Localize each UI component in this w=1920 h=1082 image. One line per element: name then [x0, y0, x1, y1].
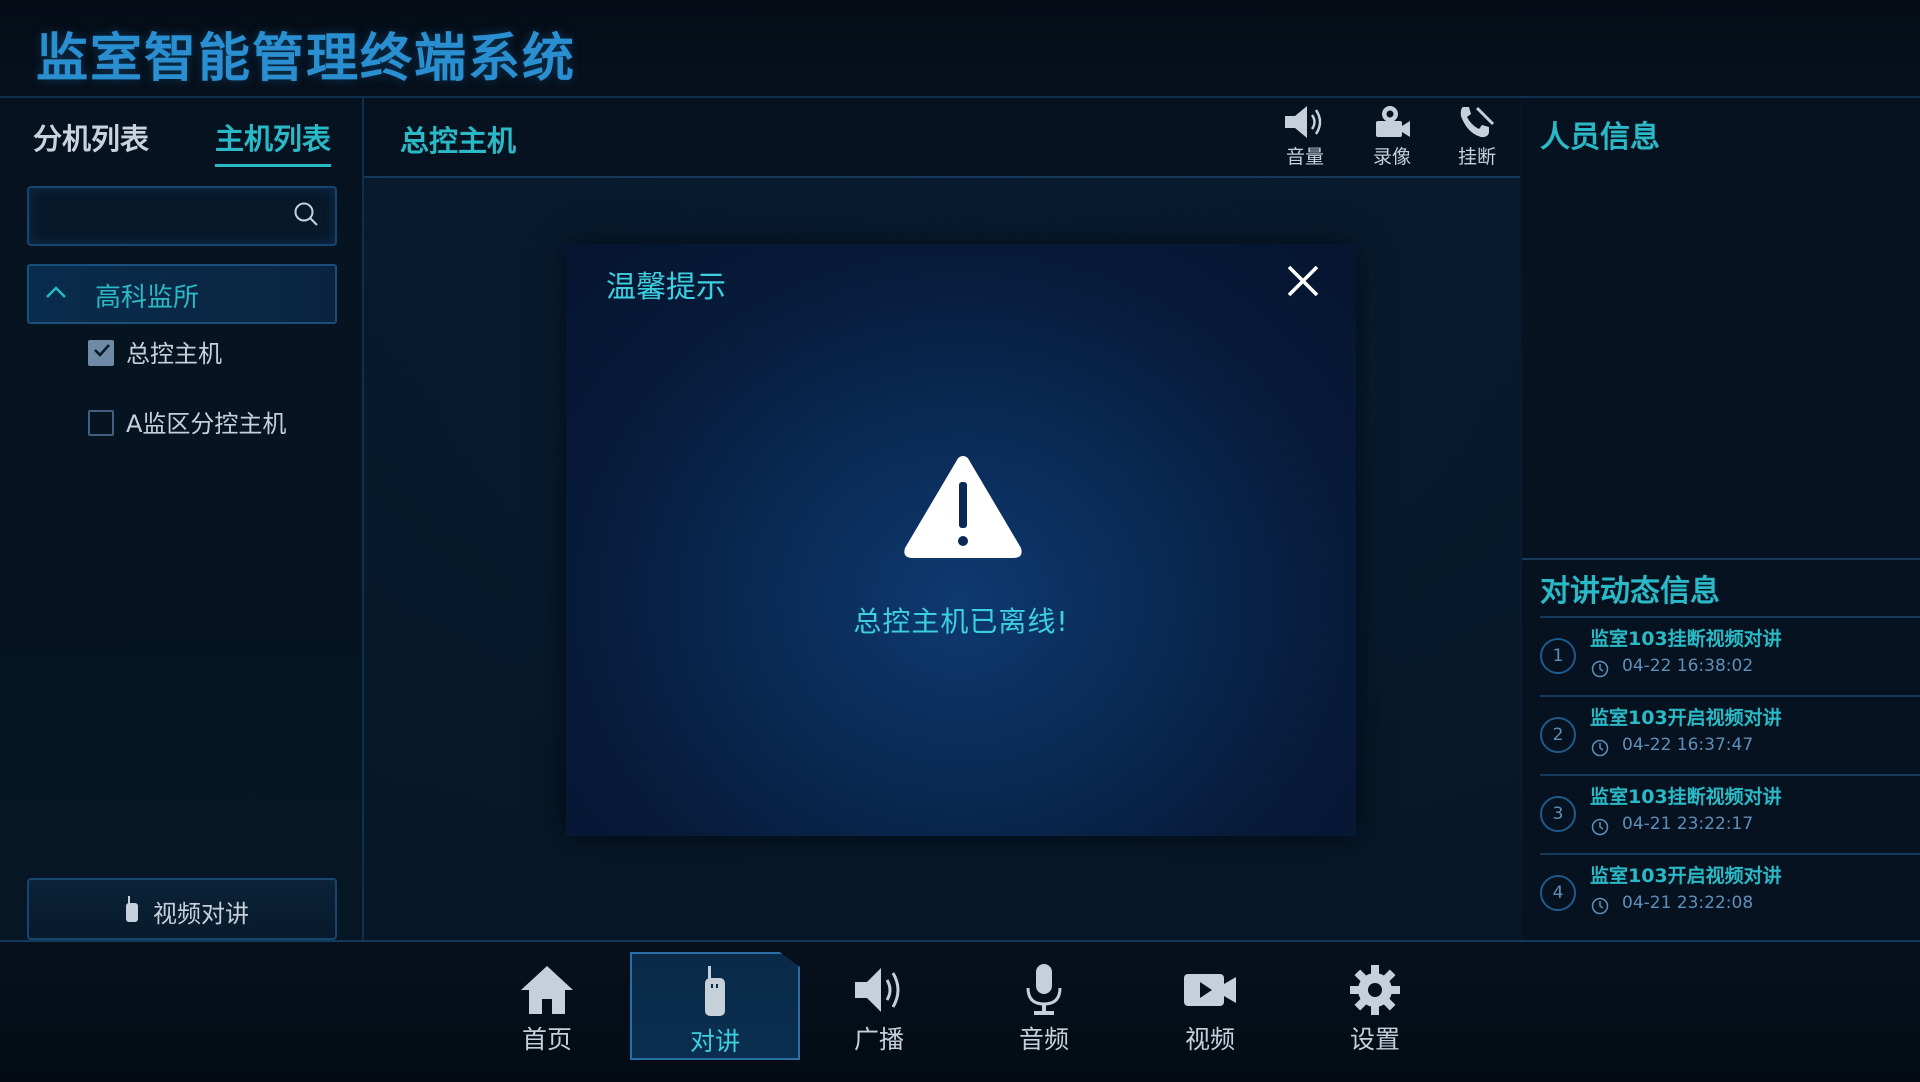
group-label: 高科监所	[95, 283, 200, 313]
log-time: 04-22 16:38:02	[1622, 656, 1754, 676]
log-number: 3	[1540, 796, 1576, 832]
hangup-icon	[1460, 106, 1495, 138]
clock-icon	[1591, 660, 1609, 678]
intercom-log-title: 对讲动态信息	[1540, 574, 1720, 609]
video-icon	[1184, 974, 1236, 1006]
nav-intercom-label: 对讲	[689, 1027, 740, 1056]
right-panel: 人员信息 对讲动态信息 1 监室103挂断视频对讲 04-22 16:38:02…	[1522, 98, 1920, 940]
log-item: 2 监室103开启视频对讲 04-22 16:37:47	[1540, 695, 1920, 775]
log-title: 监室103开启视频对讲	[1590, 865, 1782, 887]
device-label: A监区分控主机	[126, 410, 287, 438]
clock-icon	[1591, 818, 1609, 836]
search-input[interactable]	[27, 186, 337, 246]
person-info-title: 人员信息	[1540, 120, 1660, 155]
device-checkbox[interactable]	[88, 410, 114, 436]
modal-message: 总控主机已离线!	[853, 605, 1069, 638]
device-checkbox[interactable]	[88, 340, 114, 366]
divider	[1522, 558, 1920, 560]
walkie-talkie-icon	[126, 896, 138, 922]
nav-broadcast[interactable]: 广播	[796, 952, 962, 1056]
check-icon	[94, 344, 110, 357]
clock-icon	[1591, 739, 1609, 757]
nav-settings-label: 设置	[1349, 1025, 1400, 1054]
record-button[interactable]: 录像	[1357, 104, 1427, 174]
nav-settings[interactable]: 设置	[1292, 952, 1458, 1056]
nav-broadcast-label: 广播	[853, 1025, 904, 1054]
nav-audio[interactable]: 音频	[961, 952, 1127, 1056]
log-number: 4	[1540, 875, 1576, 911]
log-time: 04-22 16:37:47	[1622, 735, 1754, 755]
log-number: 2	[1540, 717, 1576, 753]
nav-home[interactable]: 首页	[464, 952, 630, 1056]
chevron-up-icon[interactable]	[45, 283, 67, 301]
left-panel: 分机列表 主机列表 高科监所 总控主机 A监区分控主机 视频对讲	[0, 98, 364, 940]
log-item: 4 监室103开启视频对讲 04-21 23:22:08	[1540, 853, 1920, 933]
tab-extension-list[interactable]: 分机列表	[33, 116, 149, 158]
log-time: 04-21 23:22:17	[1622, 814, 1754, 834]
hangup-label: 挂断	[1457, 146, 1496, 168]
center-title: 总控主机	[400, 124, 517, 158]
speaker-icon	[1285, 106, 1322, 138]
log-title: 监室103挂断视频对讲	[1590, 628, 1782, 650]
volume-label: 音量	[1285, 146, 1324, 168]
center-header: 总控主机 音量 录像 挂断	[364, 98, 1520, 178]
warning-icon	[904, 456, 1022, 558]
log-item: 3 监室103挂断视频对讲 04-21 23:22:17	[1540, 774, 1920, 854]
bottom-nav: 首页 对讲 广播 音频 视频 设置	[0, 940, 1920, 1082]
intercom-icon	[705, 966, 725, 1016]
camera-icon	[1376, 106, 1410, 137]
device-label: 总控主机	[126, 340, 222, 368]
search-icon[interactable]	[293, 201, 319, 227]
log-time: 04-21 23:22:08	[1622, 893, 1754, 913]
log-item: 1 监室103挂断视频对讲 04-22 16:38:02	[1540, 616, 1920, 696]
volume-button[interactable]: 音量	[1270, 104, 1340, 174]
nav-audio-label: 音频	[1018, 1025, 1069, 1054]
tab-host-list[interactable]: 主机列表	[215, 116, 332, 167]
hangup-button[interactable]: 挂断	[1442, 104, 1512, 174]
record-label: 录像	[1372, 146, 1411, 168]
log-number: 1	[1540, 638, 1576, 674]
microphone-icon	[1026, 964, 1062, 1015]
log-title: 监室103挂断视频对讲	[1590, 786, 1782, 808]
log-title: 监室103开启视频对讲	[1590, 707, 1782, 729]
app-header: 监室智能管理终端系统	[0, 0, 1920, 98]
nav-video-label: 视频	[1184, 1025, 1235, 1054]
notice-modal: 温馨提示 总控主机已离线!	[566, 244, 1356, 836]
nav-home-label: 首页	[521, 1025, 572, 1054]
modal-title: 温馨提示	[606, 270, 726, 305]
broadcast-icon	[855, 968, 900, 1012]
home-icon	[521, 966, 573, 1014]
close-icon[interactable]	[1284, 262, 1322, 300]
app-title: 监室智能管理终端系统	[36, 29, 577, 89]
clock-icon	[1591, 897, 1609, 915]
nav-intercom[interactable]: 对讲	[630, 952, 800, 1060]
video-intercom-button[interactable]: 视频对讲	[27, 878, 337, 940]
group-row-gaoke[interactable]: 高科监所	[27, 264, 337, 324]
nav-video[interactable]: 视频	[1127, 952, 1293, 1056]
video-intercom-label: 视频对讲	[153, 900, 249, 928]
settings-icon	[1350, 965, 1400, 1015]
